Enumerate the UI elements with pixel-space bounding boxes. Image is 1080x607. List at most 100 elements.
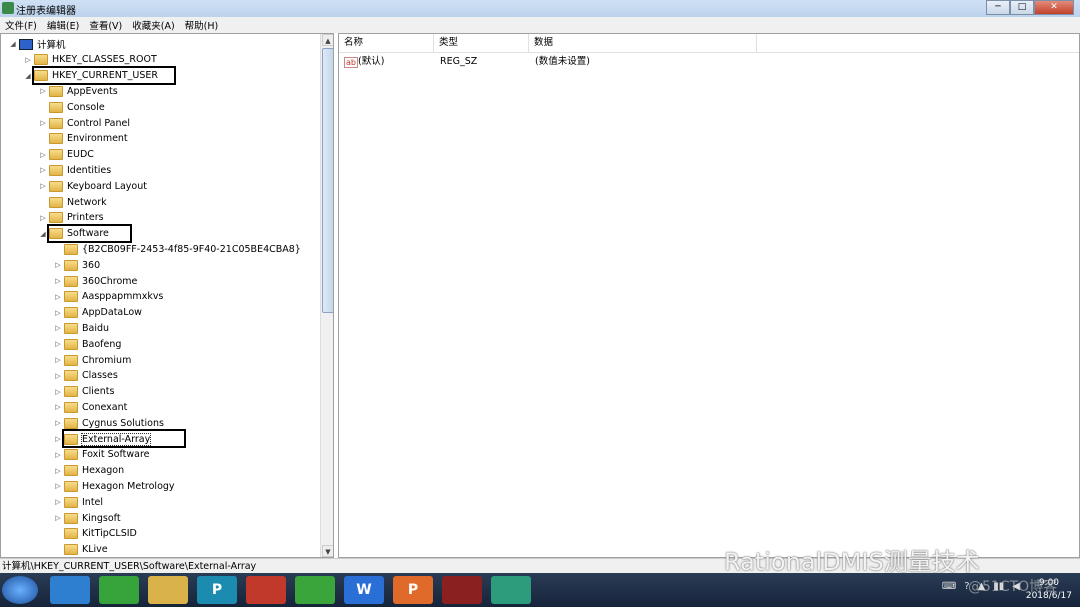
menu-file[interactable]: 文件(F) [5,18,37,32]
taskbar-app[interactable] [491,576,531,604]
expand-arrow-icon[interactable]: ▷ [54,293,62,301]
expand-arrow-icon[interactable]: ▷ [39,87,47,95]
tree-node[interactable]: ▷ Aasppapmmxkvs [54,289,163,305]
expand-arrow-icon[interactable]: ▷ [54,277,62,285]
taskbar-app[interactable] [99,576,139,604]
taskbar-app[interactable] [295,576,335,604]
scroll-up-icon[interactable]: ▲ [322,34,333,46]
tree-node[interactable]: ▷ Kingsoft [54,510,121,526]
tree-node[interactable]: ▷ Control Panel [39,115,130,131]
menu-edit[interactable]: 编辑(E) [47,18,79,32]
folder-icon [64,496,78,508]
scroll-down-icon[interactable]: ▼ [322,545,333,557]
tree-node[interactable]: ▷ AppDataLow [54,305,142,321]
tree-scrollbar[interactable]: ▲ ▼ [320,34,333,557]
tree-node[interactable]: ▷ Hexagon Metrology [54,478,175,494]
minimize-button[interactable]: ─ [986,0,1010,15]
expand-arrow-icon[interactable]: ▷ [39,119,47,127]
expand-arrow-icon[interactable]: ▷ [54,309,62,317]
keyboard-icon[interactable]: ⌨ [942,581,956,592]
expand-arrow-icon[interactable]: ▷ [54,498,62,506]
folder-icon [49,149,63,161]
expand-arrow-icon[interactable]: ▷ [54,467,62,475]
expand-arrow-icon[interactable]: ▷ [24,56,32,64]
tree-node[interactable]: ▷ Baofeng [54,336,121,352]
collapse-arrow-icon[interactable]: ◢ [39,230,47,238]
tree-node-label: Baidu [82,322,110,334]
expand-arrow-icon[interactable]: ▷ [54,451,62,459]
column-name[interactable]: 名称 [339,34,434,52]
expand-arrow-icon[interactable]: ▷ [54,435,62,443]
expand-arrow-icon[interactable]: ▷ [54,419,62,427]
taskbar-app[interactable] [442,576,482,604]
taskbar-app[interactable]: P [393,576,433,604]
tree-node[interactable]: ▷ Clients [54,384,114,400]
collapse-arrow-icon[interactable]: ◢ [24,72,32,80]
tree-node-label: Printers [67,212,104,224]
folder-icon [49,101,63,113]
highlight-box [62,429,187,448]
folder-icon [64,291,78,303]
folder-icon [64,338,78,350]
folder-icon [64,465,78,477]
column-data[interactable]: 数据 [529,34,757,52]
taskbar-app[interactable] [148,576,188,604]
tree-node-label: Hexagon [82,465,125,477]
expand-arrow-icon[interactable]: ▷ [54,482,62,490]
menu-help[interactable]: 帮助(H) [185,18,219,32]
collapse-arrow-icon[interactable]: ◢ [9,40,17,48]
expand-arrow-icon[interactable]: ▷ [54,261,62,269]
expand-arrow-icon[interactable]: ▷ [54,340,62,348]
tree-node[interactable]: ▷ Hexagon [54,463,124,479]
tree-node-label: Kingsoft [82,512,121,524]
start-button[interactable] [2,576,38,604]
tree-node[interactable]: ◢ 计算机 [9,36,66,52]
taskbar-app[interactable] [50,576,90,604]
tree-node[interactable]: {B2CB09FF-2453-4f85-9F40-21C05BE4CBA8} [54,241,301,257]
tree-node[interactable]: ▷ Classes [54,368,118,384]
tree-node[interactable]: Console [39,99,105,115]
tree-node[interactable]: Environment [39,131,128,147]
value-type: REG_SZ [440,56,478,67]
tree-node[interactable]: ▷ AppEvents [39,83,118,99]
menu-view[interactable]: 查看(V) [89,18,122,32]
folder-icon [49,85,63,97]
watermark-51cto: @51CTO博客 [968,579,1058,595]
scroll-thumb[interactable] [322,48,333,313]
tree-node[interactable]: ▷ Keyboard Layout [39,178,147,194]
tree-node[interactable]: ▷ 360 [54,257,100,273]
taskbar-app[interactable]: W [344,576,384,604]
expand-arrow-icon[interactable]: ▷ [54,388,62,396]
tree-node[interactable]: ▷ Baidu [54,320,109,336]
taskbar-app[interactable]: P [197,576,237,604]
expand-arrow-icon[interactable]: ▷ [39,166,47,174]
maximize-button[interactable]: □ [1010,0,1034,15]
taskbar-app[interactable] [246,576,286,604]
tree-node[interactable]: ▷ EUDC [39,147,94,163]
folder-icon [64,544,78,556]
tree-node[interactable]: ▷ 360Chrome [54,273,137,289]
expand-arrow-icon[interactable]: ▷ [54,324,62,332]
close-button[interactable]: ✕ [1034,0,1074,15]
expand-arrow-icon[interactable]: ▷ [39,214,47,222]
folder-icon [64,243,78,255]
tree-node-label: Console [67,101,105,113]
tree-node[interactable]: KitTipCLSID [54,526,137,542]
tree-node-label: Chromium [82,354,132,366]
tree-node[interactable]: ▷ Intel [54,494,103,510]
expand-arrow-icon[interactable]: ▷ [54,372,62,380]
tree-node[interactable]: ▷ Foxit Software [54,447,150,463]
column-type[interactable]: 类型 [434,34,529,52]
expand-arrow-icon[interactable]: ▷ [54,403,62,411]
expand-arrow-icon[interactable]: ▷ [54,356,62,364]
expand-arrow-icon[interactable]: ▷ [39,151,47,159]
tree-node[interactable]: ▷ Conexant [54,399,127,415]
value-data: (数值未设置) [535,56,590,67]
tree-node[interactable]: ▷ Identities [39,162,111,178]
menu-favorites[interactable]: 收藏夹(A) [132,18,174,32]
expand-arrow-icon[interactable]: ▷ [54,514,62,522]
tree-node[interactable]: ▷ Chromium [54,352,131,368]
expand-arrow-icon[interactable]: ▷ [39,182,47,190]
tree-node[interactable]: KLive [54,542,108,557]
tree-node[interactable]: Network [39,194,107,210]
